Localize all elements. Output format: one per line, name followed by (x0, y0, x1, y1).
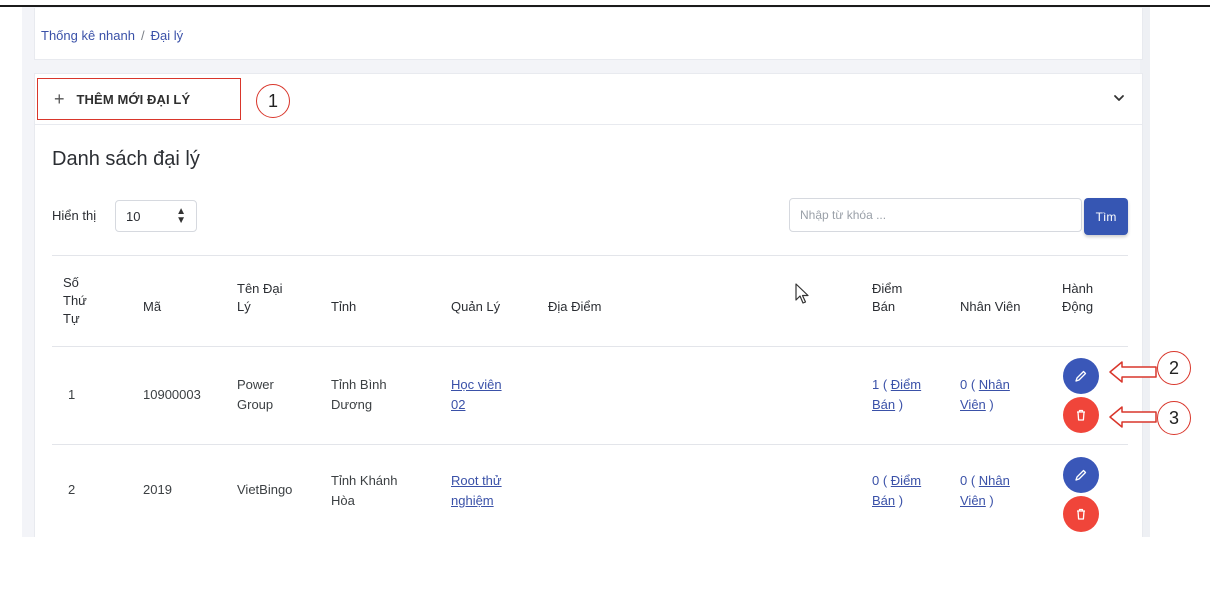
pencil-icon (1075, 469, 1087, 481)
row-ten-dai-ly: Power Group (237, 377, 274, 412)
column-header-ten-dai-ly: Tên Đại Lý (237, 281, 283, 314)
row-nhan-vien-link[interactable]: 0 ( Nhân Viên ) (960, 471, 1010, 511)
search-button[interactable]: Tìm (1084, 198, 1128, 235)
column-header-stt: Số Thứ Tự (63, 275, 87, 326)
row-quan-ly-link[interactable]: Học viên 02 (451, 375, 502, 415)
trash-icon (1077, 409, 1085, 421)
card-header: + THÊM MỚI ĐẠI LÝ (35, 74, 1142, 125)
select-arrows-icon: ▲ ▼ (176, 206, 186, 226)
annotation-callout-2: 2 (1157, 351, 1191, 385)
add-agency-label: THÊM MỚI ĐẠI LÝ (76, 91, 191, 107)
column-header-tinh: Tỉnh (331, 299, 357, 314)
annotation-callout-1: 1 (256, 84, 290, 118)
breadcrumb: Thống kê nhanh / Đại lý (41, 28, 183, 43)
add-agency-button[interactable]: + THÊM MỚI ĐẠI LÝ (37, 78, 241, 120)
row-quan-ly-link[interactable]: Root thử nghiệm (451, 471, 502, 511)
delete-button[interactable] (1063, 496, 1099, 532)
column-header-ma: Mã (143, 299, 162, 314)
row-tinh: Tỉnh Bình Dương (331, 377, 387, 412)
row-diem-ban-link[interactable]: 0 ( Điểm Bán ) (872, 471, 921, 511)
row-diem-ban-link[interactable]: 1 ( Điểm Bán ) (872, 375, 921, 415)
trash-icon (1077, 508, 1085, 520)
column-header-dia-diem: Địa Điểm (548, 299, 602, 314)
plus-icon: + (54, 89, 65, 109)
edit-button[interactable] (1063, 358, 1099, 394)
mouse-cursor-icon (795, 283, 809, 304)
row-tinh: Tỉnh Khánh Hòa (331, 473, 398, 508)
column-header-quan-ly: Quản Lý (451, 299, 501, 314)
list-title: Danh sách đại lý (52, 148, 200, 170)
table-top-divider (52, 255, 1128, 256)
search-input[interactable] (789, 198, 1082, 232)
delete-button[interactable] (1063, 397, 1099, 433)
row-ma: 10900003 (143, 387, 201, 402)
row-ten-dai-ly: VietBingo (237, 482, 293, 497)
page-size-label: Hiển thị (52, 208, 97, 223)
column-header-nhan-vien: Nhân Viên (960, 299, 1021, 314)
chevron-down-icon[interactable] (1110, 89, 1128, 107)
breadcrumb-current: Đại lý (150, 28, 184, 43)
row-nhan-vien-link[interactable]: 0 ( Nhân Viên ) (960, 375, 1010, 415)
column-header-diem-ban: Điểm Bán (872, 281, 903, 314)
page-size-value: 10 (126, 208, 141, 224)
table-row-divider (52, 444, 1128, 445)
table-header-divider (52, 346, 1128, 347)
pencil-icon (1075, 370, 1087, 382)
breadcrumb-separator: / (140, 28, 145, 43)
breadcrumb-card: Thống kê nhanh / Đại lý (34, 8, 1143, 60)
annotation-callout-3: 3 (1157, 401, 1191, 435)
row-stt: 1 (68, 387, 76, 402)
column-header-hanh-dong: Hành Động (1062, 281, 1094, 314)
edit-button[interactable] (1063, 457, 1099, 493)
row-ma: 2019 (143, 482, 172, 497)
breadcrumb-home-link[interactable]: Thống kê nhanh (41, 28, 135, 43)
row-stt: 2 (68, 482, 76, 497)
page-size-select[interactable]: 10 ▲ ▼ (115, 200, 197, 232)
